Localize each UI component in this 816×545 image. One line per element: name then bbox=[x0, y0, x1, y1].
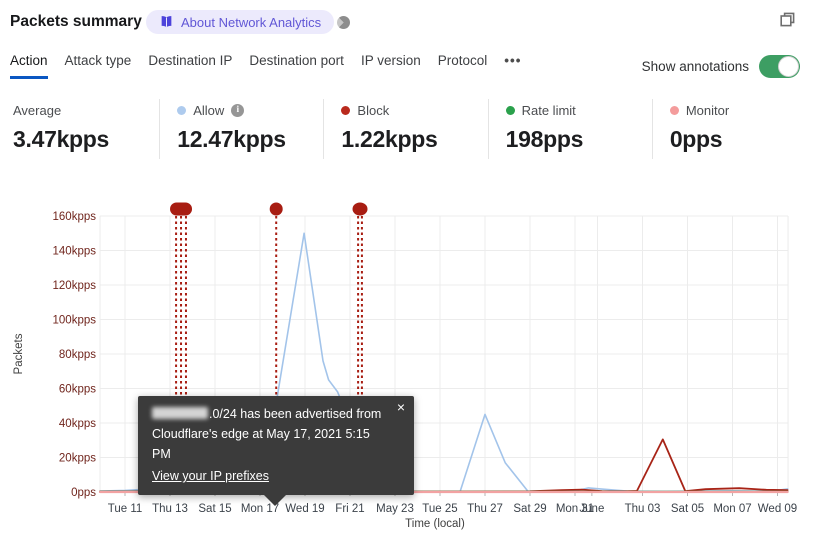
x-axis-label: Tue 11 bbox=[108, 503, 143, 515]
x-axis-label: June bbox=[579, 503, 604, 515]
x-axis-label: Thu 27 bbox=[467, 503, 503, 515]
x-axis-label: Tue 25 bbox=[422, 503, 457, 515]
tooltip-arrow bbox=[264, 495, 286, 506]
y-axis-label: 120kpps bbox=[53, 280, 97, 292]
annotation-tooltip: × .0/24 has been advertised from Cloudfl… bbox=[138, 396, 414, 506]
x-axis-label: May 23 bbox=[376, 503, 414, 515]
y-axis-label: 140kpps bbox=[53, 246, 97, 258]
annotation-marker-dot[interactable] bbox=[269, 202, 283, 216]
annotation-marker-pill[interactable] bbox=[170, 202, 193, 216]
x-axis-label: Wed 09 bbox=[758, 503, 797, 515]
tooltip-line-2: Cloudflare's edge at May 17, 2021 5:15 P… bbox=[152, 427, 370, 461]
x-axis-label: Thu 03 bbox=[625, 503, 661, 515]
x-axis-label: Wed 19 bbox=[285, 503, 324, 515]
redacted-ip-prefix bbox=[152, 407, 208, 419]
annotation-marker-dot[interactable] bbox=[352, 202, 368, 216]
y-axis-label: 60kpps bbox=[59, 384, 96, 396]
y-axis-label: 40kpps bbox=[59, 418, 96, 430]
x-axis-label: Fri 21 bbox=[335, 503, 364, 515]
tooltip-line-1: .0/24 has been advertised from bbox=[152, 404, 388, 424]
x-axis-label: Thu 13 bbox=[152, 503, 188, 515]
y-axis-label: 160kpps bbox=[53, 211, 97, 223]
y-axis-label: 0pps bbox=[71, 487, 96, 499]
y-axis-label: 100kpps bbox=[53, 315, 97, 327]
x-axis-title: Time (local) bbox=[405, 518, 465, 530]
x-axis-label: Mon 07 bbox=[713, 503, 751, 515]
x-axis-label: Sat 29 bbox=[513, 503, 546, 515]
view-ip-prefixes-link[interactable]: View your IP prefixes bbox=[152, 466, 269, 486]
x-axis-label: Sat 15 bbox=[198, 503, 231, 515]
y-axis-label: 80kpps bbox=[59, 349, 96, 361]
y-axis-title: Packets bbox=[13, 333, 25, 374]
y-axis-label: 20kpps bbox=[59, 453, 96, 465]
close-icon[interactable]: × bbox=[397, 400, 405, 414]
x-axis-label: Sat 05 bbox=[671, 503, 704, 515]
